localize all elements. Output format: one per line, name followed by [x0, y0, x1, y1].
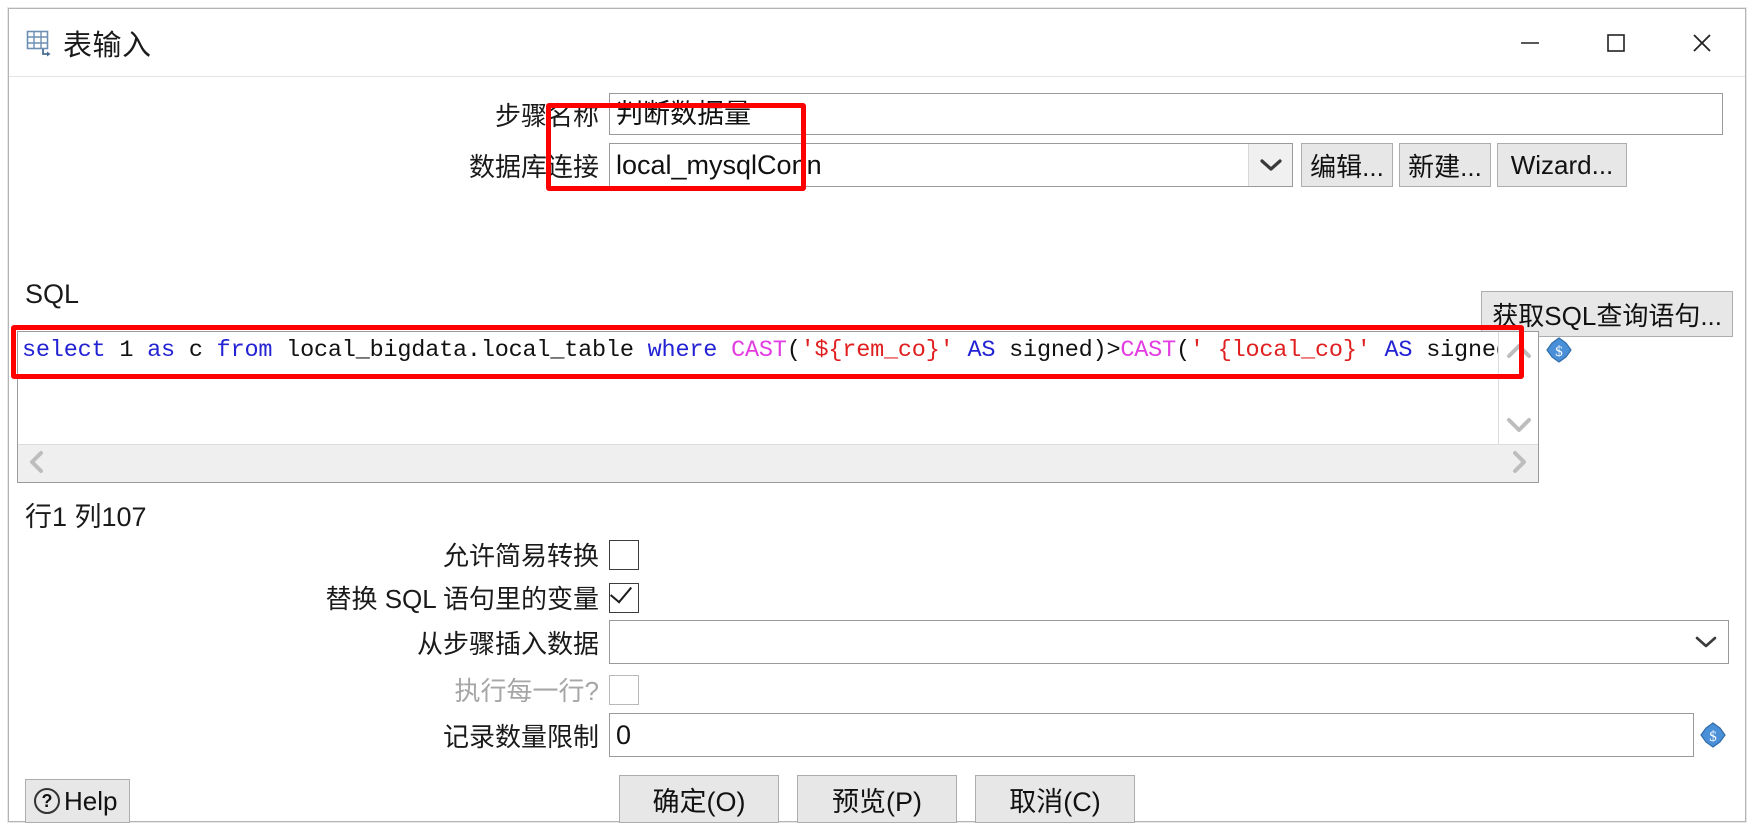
cancel-button[interactable]: 取消(C) — [975, 775, 1135, 823]
svg-text:$: $ — [1709, 729, 1717, 745]
chevron-down-icon[interactable] — [1248, 144, 1292, 186]
insert-data-from-step-row: 从步骤插入数据 — [9, 620, 1745, 664]
insert-data-from-step-combo[interactable] — [609, 620, 1729, 664]
chevron-right-icon[interactable] — [1510, 450, 1528, 478]
step-name-input[interactable]: 判断数据量 — [609, 93, 1723, 135]
execute-each-row-row: 执行每一行? — [9, 671, 1745, 708]
replace-variables-label: 替换 SQL 语句里的变量 — [325, 584, 599, 614]
execute-each-row-label: 执行每一行? — [454, 676, 599, 706]
step-name-row: 步骤名称 判断数据量 — [9, 93, 1745, 135]
svg-text:$: $ — [1555, 344, 1563, 360]
maximize-button[interactable] — [1573, 10, 1659, 76]
edit-connection-button[interactable]: 编辑... — [1301, 143, 1393, 187]
chevron-up-icon[interactable] — [1506, 338, 1532, 364]
sql-variable-icon[interactable]: $ — [1546, 337, 1572, 363]
sql-editor-inner: select 1 as c from local_bigdata.local_t… — [18, 332, 1538, 444]
preview-button[interactable]: 预览(P) — [797, 775, 957, 823]
sql-editor[interactable]: select 1 as c from local_bigdata.local_t… — [17, 331, 1539, 483]
connection-value: local_mysqlConn — [616, 149, 822, 180]
chevron-left-icon[interactable] — [28, 450, 46, 478]
sql-vertical-scrollbar[interactable] — [1498, 332, 1538, 444]
execute-each-row-checkbox — [609, 674, 639, 705]
limit-row: 记录数量限制 0 $ — [9, 713, 1745, 757]
chevron-down-icon[interactable] — [1684, 621, 1728, 663]
insert-data-from-step-label: 从步骤插入数据 — [416, 628, 599, 659]
ok-button[interactable]: 确定(O) — [619, 775, 779, 823]
new-connection-button[interactable]: 新建... — [1399, 143, 1491, 187]
title-bar: 表输入 — [9, 9, 1745, 77]
step-name-label: 步骤名称 — [494, 100, 599, 131]
check-mark-icon — [609, 579, 633, 604]
connection-row: 数据库连接 local_mysqlConn 编辑... 新建... Wizard… — [9, 143, 1745, 187]
caret-position-status: 行1 列107 — [25, 502, 147, 532]
sql-text-content[interactable]: select 1 as c from local_bigdata.local_t… — [18, 332, 1498, 444]
wizard-button[interactable]: Wizard... — [1497, 143, 1627, 187]
limit-input[interactable]: 0 — [609, 713, 1694, 757]
lazy-conversion-checkbox[interactable] — [609, 539, 639, 570]
dialog-action-buttons: 确定(O) 预览(P) 取消(C) — [9, 775, 1745, 823]
limit-variable-icon[interactable]: $ — [1700, 722, 1726, 748]
lazy-conversion-label: 允许简易转换 — [442, 541, 599, 571]
window-title: 表输入 — [63, 29, 152, 62]
table-input-icon — [25, 28, 55, 58]
close-button[interactable] — [1659, 10, 1745, 76]
connection-combo[interactable]: local_mysqlConn — [609, 143, 1293, 187]
dialog-body: 步骤名称 判断数据量 数据库连接 local_mysqlConn 编辑... 新… — [9, 93, 1745, 837]
table-input-dialog: 表输入 步骤名称 判断数据量 数据库连接 local_mysqlConn 编辑.… — [8, 8, 1746, 823]
limit-label: 记录数量限制 — [442, 721, 599, 752]
replace-variables-checkbox[interactable] — [609, 579, 639, 613]
lazy-conversion-row: 允许简易转换 — [9, 536, 1745, 573]
replace-variables-row: 替换 SQL 语句里的变量 — [9, 579, 1745, 616]
chevron-down-icon[interactable] — [1506, 412, 1532, 438]
minimize-button[interactable] — [1487, 10, 1573, 76]
connection-label: 数据库连接 — [468, 151, 599, 182]
sql-section-label: SQL — [25, 279, 80, 309]
sql-horizontal-scrollbar[interactable] — [18, 444, 1538, 482]
